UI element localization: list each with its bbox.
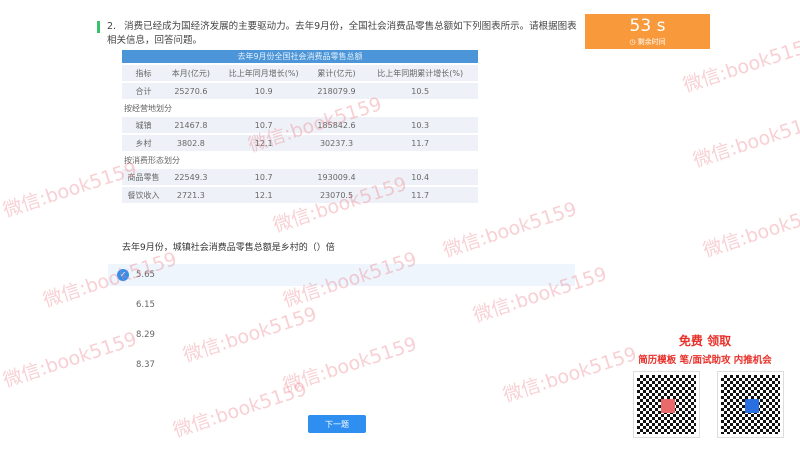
table-row: 餐饮收入 2721.3 12.1 23070.5 11.7 [122, 186, 478, 205]
cell: 3802.8 [165, 134, 217, 153]
watermark: 微信:book5159 [690, 107, 800, 172]
cell: 193009.4 [310, 168, 363, 187]
cell: 2721.3 [165, 186, 217, 205]
check-icon: ✓ [117, 269, 129, 281]
cell: 10.9 [216, 82, 311, 101]
question-text: 2. 消费已经成为国经济发展的主要驱动力。去年9月份，全国社会消费品零售总额如下列… [107, 21, 577, 46]
cell: 10.4 [362, 168, 478, 187]
question-marker [97, 21, 100, 33]
cell: 10.7 [216, 168, 311, 187]
qr-code [717, 371, 784, 438]
cell: 30237.3 [310, 134, 363, 153]
cell: 22549.3 [165, 168, 217, 187]
cell: 12.1 [216, 134, 311, 153]
promo-banner: 免费 领取 简历模板 笔/面试助攻 内推机会 [638, 334, 772, 366]
option-a[interactable]: ✓ 5.65 [108, 264, 575, 286]
table-row: 合计 25270.6 10.9 218079.9 10.5 [122, 82, 478, 101]
cell: 185842.6 [310, 116, 363, 135]
table-title: 去年9月份全国社会消费品零售总额 [122, 50, 478, 65]
cell: 乡村 [122, 134, 166, 153]
option-b[interactable]: 6.15 [108, 294, 575, 316]
cell: 11.7 [362, 134, 478, 153]
header-cell: 比上年同期累计增长(%) [362, 64, 478, 83]
timer-value: 53 s [629, 16, 666, 36]
watermark: 微信:book5159 [700, 197, 800, 262]
cell: 11.7 [362, 186, 478, 205]
cell: 23070.5 [310, 186, 363, 205]
table-row: 乡村 3802.8 12.1 30237.3 11.7 [122, 134, 478, 153]
cell: 25270.6 [165, 82, 217, 101]
table-header-row: 指标 本月(亿元) 比上年同月增长(%) 累计(亿元) 比上年同期累计增长(%) [122, 64, 478, 83]
cell: 10.5 [362, 82, 478, 101]
section-label: 按消费形态划分 [122, 152, 478, 169]
header-cell: 本月(亿元) [165, 64, 217, 83]
cell: 21467.8 [165, 116, 217, 135]
watermark: 微信:book5159 [170, 377, 310, 442]
header-cell: 累计(亿元) [310, 64, 363, 83]
cell: 10.3 [362, 116, 478, 135]
question-stem: 去年9月份，城镇社会消费品零售总额是乡村的（）倍 [122, 243, 335, 253]
timer-label: ◷ 剩余时间 [629, 38, 666, 46]
cell: 218079.9 [310, 82, 363, 101]
cell: 12.1 [216, 186, 311, 205]
table-row: 城镇 21467.8 10.7 185842.6 10.3 [122, 116, 478, 135]
option-c[interactable]: 8.29 [108, 324, 575, 346]
data-table: 去年9月份全国社会消费品零售总额 指标 本月(亿元) 比上年同月增长(%) 累计… [122, 50, 478, 205]
header-cell: 比上年同月增长(%) [216, 64, 311, 83]
cell: 商品零售 [122, 168, 166, 187]
cell: 合计 [122, 82, 166, 101]
qr-code [633, 371, 700, 438]
cell: 10.7 [216, 116, 311, 135]
countdown-timer: 53 s ◷ 剩余时间 [585, 14, 710, 49]
option-d[interactable]: 8.37 [108, 354, 575, 376]
clock-icon: ◷ [629, 38, 638, 46]
next-question-button[interactable]: 下一题 [308, 415, 366, 433]
cell: 餐饮收入 [122, 186, 166, 205]
section-label: 按经营地划分 [122, 100, 478, 117]
header-cell: 指标 [122, 64, 166, 83]
watermark: 微信:book5159 [0, 157, 140, 222]
table-row: 商品零售 22549.3 10.7 193009.4 10.4 [122, 168, 478, 187]
cell: 城镇 [122, 116, 166, 135]
